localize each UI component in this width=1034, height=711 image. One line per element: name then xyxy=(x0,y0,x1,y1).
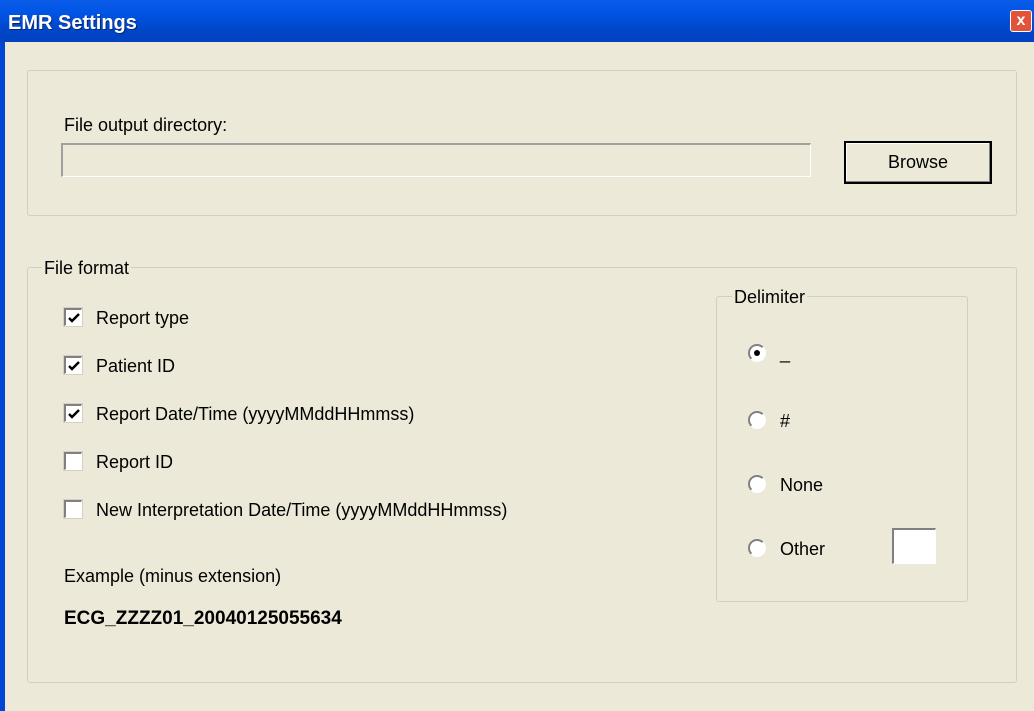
checkbox-report-id[interactable] xyxy=(63,451,83,471)
title-bar[interactable]: EMR Settings x xyxy=(0,0,1034,42)
radio-delimiter-underscore[interactable] xyxy=(748,344,766,362)
radio-label-other: Other xyxy=(780,539,826,559)
checkmark-icon xyxy=(68,409,80,419)
checkbox-label-report-type: Report type xyxy=(96,308,190,328)
example-label: Example (minus extension) xyxy=(64,566,282,586)
browse-button[interactable]: Browse xyxy=(844,141,992,184)
checkmark-icon xyxy=(68,313,80,323)
radio-label-hash: # xyxy=(780,411,791,431)
radio-label-none: None xyxy=(780,475,824,495)
close-button[interactable]: x xyxy=(1010,10,1032,32)
checkbox-report-type[interactable] xyxy=(63,307,83,327)
window-frame-left xyxy=(0,42,5,711)
output-directory-label: File output directory: xyxy=(64,115,228,135)
checkbox-label-report-date-time: Report Date/Time (yyyyMMddHHmmss) xyxy=(96,404,415,424)
radio-delimiter-other[interactable] xyxy=(748,539,766,557)
radio-selected-dot xyxy=(754,350,760,356)
checkmark-icon xyxy=(68,361,80,371)
radio-delimiter-none[interactable] xyxy=(748,475,766,493)
output-directory-input[interactable] xyxy=(61,143,811,177)
checkbox-label-report-id: Report ID xyxy=(96,452,174,472)
other-delimiter-input[interactable] xyxy=(892,528,936,564)
checkbox-label-patient-id: Patient ID xyxy=(96,356,176,376)
checkbox-label-new-interpretation-date-time: New Interpretation Date/Time (yyyyMMddHH… xyxy=(96,500,508,520)
delimiter-legend: Delimiter xyxy=(732,287,808,307)
file-format-legend: File format xyxy=(42,258,132,278)
checkbox-report-date-time[interactable] xyxy=(63,403,83,423)
radio-label-underscore: _ xyxy=(780,343,791,363)
checkbox-patient-id[interactable] xyxy=(63,355,83,375)
window-title: EMR Settings xyxy=(8,12,137,34)
checkbox-new-interpretation-date-time[interactable] xyxy=(63,499,83,519)
close-icon: x xyxy=(1016,12,1026,29)
radio-delimiter-hash[interactable] xyxy=(748,411,766,429)
example-value: ECG_ZZZZ01_20040125055634 xyxy=(64,608,342,629)
